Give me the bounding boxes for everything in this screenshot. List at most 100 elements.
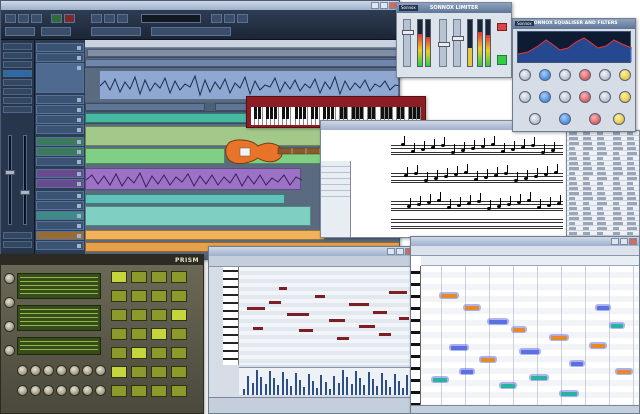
synth-pad[interactable] bbox=[171, 347, 187, 359]
maximize-icon[interactable] bbox=[396, 248, 404, 255]
black-key[interactable] bbox=[396, 107, 400, 119]
play-icon[interactable] bbox=[51, 14, 62, 23]
q-knob[interactable] bbox=[539, 91, 551, 103]
project-window-titlebar[interactable] bbox=[1, 1, 399, 10]
pitch-segment[interactable] bbox=[501, 384, 515, 388]
close-icon[interactable] bbox=[629, 238, 637, 245]
inspector-row[interactable] bbox=[3, 88, 32, 95]
synth-knob[interactable] bbox=[56, 365, 67, 376]
synth-knob[interactable] bbox=[30, 385, 41, 396]
synth-pad[interactable] bbox=[171, 309, 187, 321]
inspector-row[interactable] bbox=[3, 61, 32, 68]
staff[interactable] bbox=[391, 219, 563, 229]
maximize-icon[interactable] bbox=[380, 2, 388, 9]
midi-note[interactable] bbox=[329, 319, 345, 322]
pitch-segment[interactable] bbox=[597, 306, 609, 310]
toolbar-button[interactable] bbox=[5, 27, 35, 36]
track-header[interactable] bbox=[36, 63, 84, 93]
q-knob[interactable] bbox=[619, 91, 631, 103]
toolbar-button[interactable] bbox=[91, 14, 102, 23]
audio-clip[interactable] bbox=[85, 168, 302, 190]
black-key[interactable] bbox=[253, 107, 257, 119]
pitch-segment[interactable] bbox=[571, 362, 583, 366]
audio-clip[interactable] bbox=[85, 194, 285, 204]
midi-note[interactable] bbox=[359, 325, 375, 328]
minimize-icon[interactable] bbox=[387, 248, 395, 255]
midi-note[interactable] bbox=[299, 329, 313, 332]
q-knob[interactable] bbox=[559, 91, 571, 103]
pitch-segment[interactable] bbox=[531, 376, 547, 380]
track-header[interactable] bbox=[36, 115, 84, 124]
synth-pad[interactable] bbox=[131, 290, 147, 302]
black-key[interactable] bbox=[351, 107, 355, 119]
track-header[interactable] bbox=[36, 137, 84, 146]
audio-clip[interactable] bbox=[85, 206, 311, 226]
track-header[interactable] bbox=[36, 191, 84, 200]
black-key[interactable] bbox=[380, 107, 384, 119]
track-header[interactable] bbox=[36, 179, 84, 188]
audio-clip[interactable] bbox=[85, 230, 325, 240]
pitch-segment[interactable] bbox=[513, 328, 525, 332]
inspector-row[interactable] bbox=[3, 232, 32, 239]
toolbar-button[interactable] bbox=[104, 14, 115, 23]
synth-pad[interactable] bbox=[131, 328, 147, 340]
band-gain-knob[interactable] bbox=[559, 69, 571, 81]
toolbar-button[interactable] bbox=[237, 14, 248, 23]
track-header[interactable] bbox=[36, 221, 84, 230]
staff[interactable] bbox=[391, 145, 563, 155]
inspector-row[interactable] bbox=[3, 43, 32, 50]
synth-knob[interactable] bbox=[69, 385, 80, 396]
note-grid[interactable] bbox=[239, 267, 411, 365]
pitch-segment[interactable] bbox=[489, 320, 507, 324]
synth-pad[interactable] bbox=[131, 385, 147, 397]
gain-knob[interactable] bbox=[559, 113, 571, 125]
synth-knob[interactable] bbox=[17, 385, 28, 396]
black-key[interactable] bbox=[409, 107, 413, 119]
audio-clip[interactable] bbox=[87, 49, 397, 57]
black-key[interactable] bbox=[401, 107, 405, 119]
inspector-row[interactable] bbox=[3, 106, 32, 113]
black-key[interactable] bbox=[417, 107, 421, 119]
synth-pad[interactable] bbox=[131, 271, 147, 283]
synth-knob[interactable] bbox=[30, 365, 41, 376]
sample-editor-toolbar[interactable] bbox=[411, 246, 639, 256]
midi-note[interactable] bbox=[389, 291, 407, 294]
toolbar-button[interactable] bbox=[31, 14, 42, 23]
toolbar-button[interactable] bbox=[5, 14, 16, 23]
maximize-icon[interactable] bbox=[620, 238, 628, 245]
inspector-row[interactable] bbox=[3, 241, 32, 248]
synth-pad[interactable] bbox=[111, 271, 127, 283]
clip-indicator[interactable] bbox=[497, 23, 507, 31]
release-slider[interactable] bbox=[452, 19, 464, 67]
q-knob[interactable] bbox=[599, 91, 611, 103]
pitch-segment[interactable] bbox=[465, 306, 479, 310]
synth-pad[interactable] bbox=[151, 271, 167, 283]
inspector-row[interactable] bbox=[3, 52, 32, 59]
midi-note[interactable] bbox=[287, 313, 309, 316]
pitch-segment[interactable] bbox=[481, 358, 495, 362]
track-header[interactable] bbox=[36, 241, 84, 250]
synth-knob[interactable] bbox=[4, 321, 15, 332]
fader-handle[interactable] bbox=[5, 170, 15, 175]
black-key[interactable] bbox=[269, 107, 273, 119]
midi-note[interactable] bbox=[269, 301, 281, 304]
synth-knob[interactable] bbox=[69, 365, 80, 376]
black-key[interactable] bbox=[265, 107, 269, 119]
midi-clip[interactable] bbox=[85, 103, 205, 111]
eq-frequency-graph[interactable] bbox=[517, 31, 632, 63]
synth-knob[interactable] bbox=[43, 365, 54, 376]
black-key[interactable] bbox=[368, 107, 372, 119]
band-gain-knob[interactable] bbox=[599, 69, 611, 81]
synth-knob[interactable] bbox=[4, 297, 15, 308]
track-header[interactable] bbox=[36, 169, 84, 178]
pitch-segment-area[interactable] bbox=[421, 266, 639, 405]
synth-pad[interactable] bbox=[111, 309, 127, 321]
black-key[interactable] bbox=[384, 107, 388, 119]
pitch-segment[interactable] bbox=[451, 346, 467, 350]
black-key[interactable] bbox=[274, 107, 278, 119]
volume-fader[interactable] bbox=[8, 135, 12, 225]
track-header[interactable] bbox=[36, 231, 84, 240]
black-key[interactable] bbox=[302, 107, 306, 119]
pitch-segment[interactable] bbox=[433, 378, 447, 382]
black-key[interactable] bbox=[388, 107, 392, 119]
